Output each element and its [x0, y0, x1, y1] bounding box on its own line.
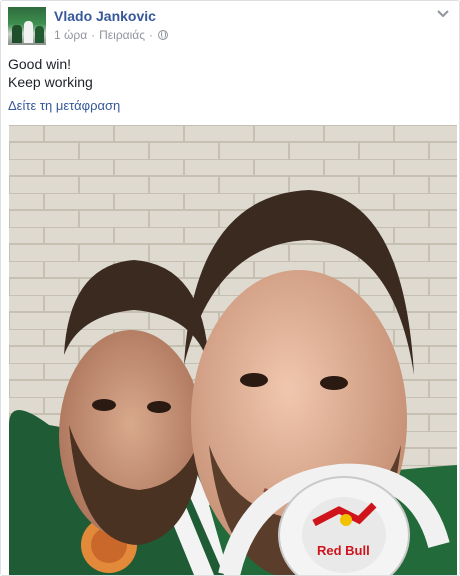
post-location[interactable]: Πειραιάς	[99, 28, 145, 42]
author-avatar[interactable]	[8, 7, 46, 45]
meta-separator-2: ·	[148, 28, 153, 42]
chevron-down-icon[interactable]	[436, 9, 450, 19]
meta-separator: ·	[91, 28, 96, 42]
message-line: Good win!	[8, 56, 72, 72]
author-name[interactable]: Vlado Jankovic	[54, 8, 156, 24]
post-meta: 1 ώρα · Πειραιάς ·	[54, 28, 168, 42]
post-header: Vlado Jankovic 1 ώρα · Πειραιάς ·	[8, 7, 454, 47]
headphone-brand: Red Bull	[317, 543, 370, 558]
post-message: Good win! Keep working	[8, 55, 93, 91]
post-photo[interactable]: Red Bull	[9, 125, 457, 575]
post-time[interactable]: 1 ώρα	[54, 28, 87, 42]
post-card: Vlado Jankovic 1 ώρα · Πειραιάς · Good w…	[0, 0, 460, 576]
globe-icon	[157, 30, 168, 40]
message-line: Keep working	[8, 74, 93, 90]
see-translation-link[interactable]: Δείτε τη μετάφραση	[8, 98, 120, 113]
